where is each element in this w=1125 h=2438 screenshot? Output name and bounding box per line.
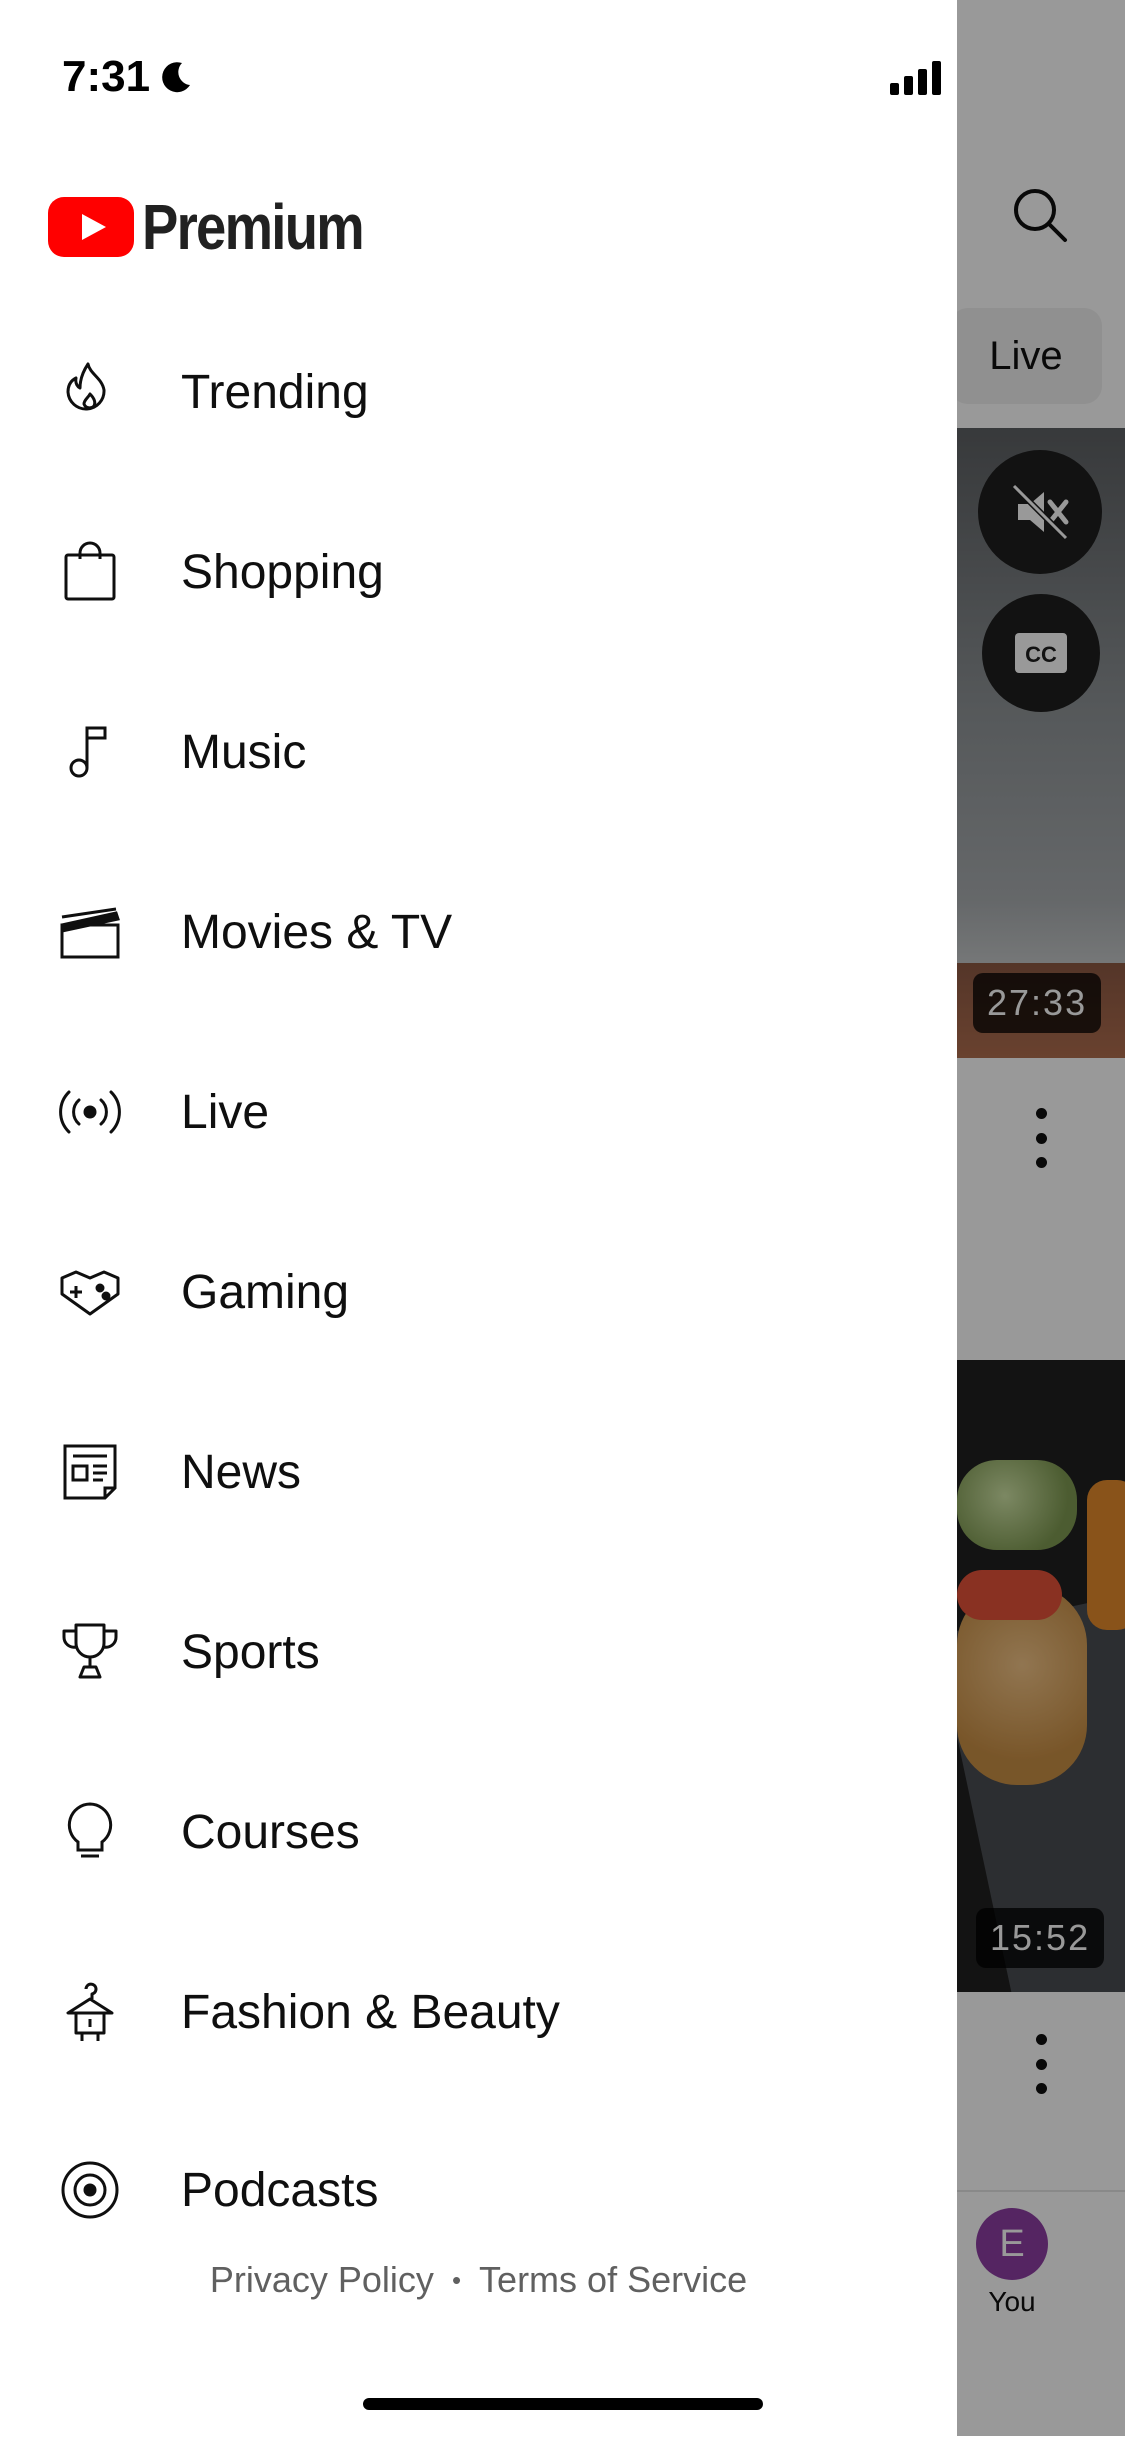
terms-of-service-link[interactable]: Terms of Service — [479, 2259, 747, 2301]
flame-icon — [56, 358, 124, 426]
menu-label: Shopping — [181, 545, 384, 599]
menu-item-live[interactable]: Live — [0, 1022, 957, 1202]
menu-label: News — [181, 1445, 302, 1499]
menu-label: Trending — [181, 365, 369, 419]
newspaper-icon — [56, 1438, 124, 1506]
wifi-icon — [956, 60, 957, 96]
footer-separator: • — [451, 2264, 462, 2295]
moon-icon — [162, 62, 191, 93]
menu-label: Podcasts — [181, 2163, 379, 2217]
music-note-icon — [56, 718, 124, 786]
menu-item-trending[interactable]: Trending — [0, 302, 957, 482]
menu-item-fashion-beauty[interactable]: Fashion & Beauty — [0, 1922, 957, 2102]
menu-item-courses[interactable]: Courses — [0, 1742, 957, 1922]
status-bar-indicators — [890, 60, 957, 96]
menu-label: Sports — [181, 1625, 320, 1679]
menu-item-podcasts[interactable]: Podcasts — [0, 2100, 957, 2220]
menu-label: Gaming — [181, 1265, 350, 1319]
shopping-bag-icon — [56, 538, 124, 606]
menu-label: Live — [181, 1085, 270, 1139]
gamepad-icon — [56, 1258, 124, 1326]
menu-item-music[interactable]: Music — [0, 662, 957, 842]
guide-menu: Trending Shopping Music Movies & TV Live… — [0, 240, 957, 2220]
menu-label: Courses — [181, 1805, 360, 1859]
menu-label: Music — [181, 725, 307, 779]
menu-label: Fashion & Beauty — [181, 1985, 560, 2039]
menu-label: Movies & TV — [181, 905, 453, 959]
podcast-icon — [56, 2156, 124, 2220]
menu-item-movies-tv[interactable]: Movies & TV — [0, 842, 957, 1022]
menu-item-news[interactable]: News — [0, 1382, 957, 1562]
menu-item-sports[interactable]: Sports — [0, 1562, 957, 1742]
hanger-icon — [56, 1978, 124, 2046]
privacy-policy-link[interactable]: Privacy Policy — [210, 2259, 434, 2301]
cellular-signal-icon — [890, 61, 941, 95]
home-indicator[interactable] — [363, 2398, 763, 2410]
guide-drawer: 7:31 Premium Trending Shopping Music Mov… — [0, 0, 957, 2436]
menu-item-gaming[interactable]: Gaming — [0, 1202, 957, 1382]
clapperboard-icon — [56, 898, 124, 966]
status-bar-time: 7:31 — [62, 52, 194, 102]
drawer-footer: Privacy Policy • Terms of Service — [0, 2250, 957, 2310]
broadcast-icon — [56, 1078, 124, 1146]
menu-item-shopping[interactable]: Shopping — [0, 482, 957, 662]
lightbulb-icon — [56, 1798, 124, 1866]
trophy-icon — [56, 1618, 124, 1686]
